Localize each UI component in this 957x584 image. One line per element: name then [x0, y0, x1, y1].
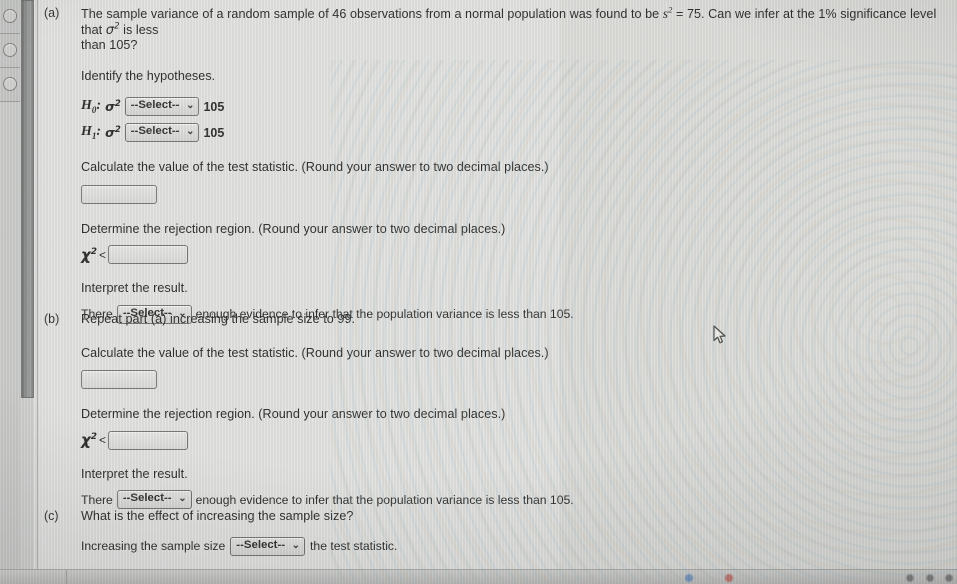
chi-squared-symbol: χ2 — [81, 246, 97, 264]
part-b-interpret-heading: Interpret the result. — [81, 466, 188, 481]
h-glyph: H — [81, 124, 92, 140]
chevron-down-icon: ⌄ — [186, 126, 195, 137]
scrollbar-thumb[interactable] — [21, 0, 34, 398]
part-b-rejection-heading: Determine the rejection region. (Round y… — [81, 407, 506, 421]
taskbar-battery-icon[interactable] — [944, 573, 954, 583]
part-c-effect-row: Increasing the sample size --Select-- ⌄ … — [81, 536, 949, 556]
taskbar[interactable] — [0, 569, 957, 584]
s-exponent: 2 — [668, 4, 673, 15]
sample-variance-symbol: s2 — [663, 4, 673, 21]
part-c-effect-prefix: Increasing the sample size — [81, 539, 226, 553]
question-content: (a) The sample variance of a random samp… — [38, 0, 957, 584]
part-c-effect-select[interactable]: --Select-- ⌄ — [230, 536, 306, 556]
part-c-label: (c) — [44, 509, 59, 523]
part-a-test-statistic-heading: Calculate the value of the test statisti… — [81, 160, 549, 174]
chevron-down-icon: ⌄ — [291, 539, 301, 551]
question-part-a: (a) The sample variance of a random samp… — [44, 4, 949, 324]
part-b-interpret-row: There --Select-- ⌄ enough evidence to in… — [81, 490, 949, 509]
part-a-interpret-heading: Interpret the result. — [81, 281, 188, 295]
h1-select-value: --Select-- — [130, 125, 180, 137]
h0-label: H0: — [81, 98, 102, 115]
h1-operator-select[interactable]: --Select-- ⌄ — [124, 123, 200, 142]
h0-operator-select[interactable]: --Select-- ⌄ — [124, 97, 200, 116]
h1-value: 105 — [203, 125, 225, 140]
radio-bullet-1-icon[interactable] — [3, 9, 17, 23]
part-a-rejection-row: χ2 < — [81, 245, 949, 264]
radio-bullet-2-icon[interactable] — [3, 43, 17, 57]
part-a-prompt-line2: than 105? — [81, 38, 138, 52]
monitor-screen: (a) The sample variance of a random samp… — [0, 0, 957, 584]
identify-hypotheses-heading: Identify the hypotheses. — [81, 68, 216, 83]
sigma-squared-symbol: σ2 — [105, 21, 120, 38]
radio-bullet-cell[interactable] — [0, 68, 20, 102]
part-b-interpret-select[interactable]: --Select-- ⌄ — [116, 490, 192, 509]
part-a-label: (a) — [44, 6, 60, 20]
part-c-effect-select-value: --Select-- — [236, 538, 286, 551]
chi-glyph: χ — [81, 431, 91, 449]
h0-select-value: --Select-- — [130, 99, 180, 111]
h1-label: H1: — [81, 124, 102, 141]
radio-bullet-3-icon[interactable] — [3, 77, 17, 91]
question-part-c: (c) What is the effect of increasing the… — [44, 509, 949, 556]
chi-exponent: 2 — [90, 432, 97, 442]
sigma-exponent: 2 — [114, 98, 121, 109]
h1-sigma-squared: σ2 — [105, 125, 121, 140]
part-b-label: (b) — [44, 312, 60, 326]
sigma-glyph: σ — [105, 99, 115, 114]
taskbar-app-icon-red[interactable] — [724, 573, 734, 583]
question-part-b: (b) Repeat part (a) increasing the sampl… — [44, 312, 949, 509]
h0-subscript: 0 — [91, 104, 97, 115]
part-b-interpret-suffix: enough evidence to infer that the popula… — [195, 492, 574, 507]
taskbar-wifi-icon[interactable] — [905, 573, 915, 583]
sigma-exponent: 2 — [114, 124, 121, 135]
chi-glyph: χ — [81, 245, 91, 264]
taskbar-volume-icon[interactable] — [925, 573, 935, 583]
part-b-test-statistic-input[interactable] — [81, 370, 157, 389]
chi-squared-symbol: χ2 — [81, 431, 97, 449]
part-a-prompt: The sample variance of a random sample o… — [81, 4, 949, 54]
radio-bullet-cell[interactable] — [0, 0, 20, 34]
part-a-test-statistic-field-wrap — [81, 184, 949, 204]
part-b-rejection-row: χ2 < — [81, 430, 949, 450]
part-a-prompt-text-3: is less — [123, 22, 159, 37]
chevron-down-icon: ⌄ — [186, 100, 195, 111]
h0-value: 105 — [203, 99, 225, 114]
sigma-glyph: σ — [105, 125, 115, 140]
h-glyph: H — [81, 98, 92, 114]
part-a-rejection-input[interactable] — [107, 245, 188, 264]
chi-exponent: 2 — [90, 246, 97, 257]
left-rail-bullets — [0, 0, 20, 102]
part-b-rejection-input[interactable] — [107, 430, 188, 450]
taskbar-divider — [66, 570, 67, 584]
part-a-rejection-heading: Determine the rejection region. (Round y… — [81, 221, 506, 236]
part-b-interpret-select-value: --Select-- — [122, 492, 172, 504]
taskbar-app-icon-blue[interactable] — [684, 573, 694, 583]
part-b-test-statistic-field-wrap — [81, 370, 949, 389]
rejection-operator: < — [98, 433, 106, 447]
h1-subscript: 1 — [91, 130, 97, 141]
part-a-prompt-text-1: The sample variance of a random sample o… — [81, 7, 660, 21]
radio-bullet-cell[interactable] — [0, 34, 20, 68]
h0-sigma-squared: σ2 — [105, 99, 121, 114]
chevron-down-icon: ⌄ — [178, 493, 187, 504]
part-c-effect-suffix: the test statistic. — [310, 539, 398, 553]
part-a-test-statistic-input[interactable] — [81, 184, 157, 204]
rejection-operator: < — [98, 247, 106, 262]
part-b-test-statistic-heading: Calculate the value of the test statisti… — [81, 345, 549, 360]
hypothesis-row-h0: H0: σ2 --Select-- ⌄ 105 — [81, 97, 949, 116]
part-c-prompt: What is the effect of increasing the sam… — [81, 509, 354, 523]
part-b-prompt: Repeat part (a) increasing the sample si… — [81, 312, 356, 326]
mouse-pointer-icon — [713, 325, 726, 344]
part-b-interpret-prefix: There — [81, 492, 113, 507]
sigma-glyph: σ — [105, 22, 115, 38]
hypothesis-row-h1: H1: σ2 --Select-- ⌄ 105 — [81, 123, 949, 142]
sigma-exponent: 2 — [114, 21, 120, 32]
